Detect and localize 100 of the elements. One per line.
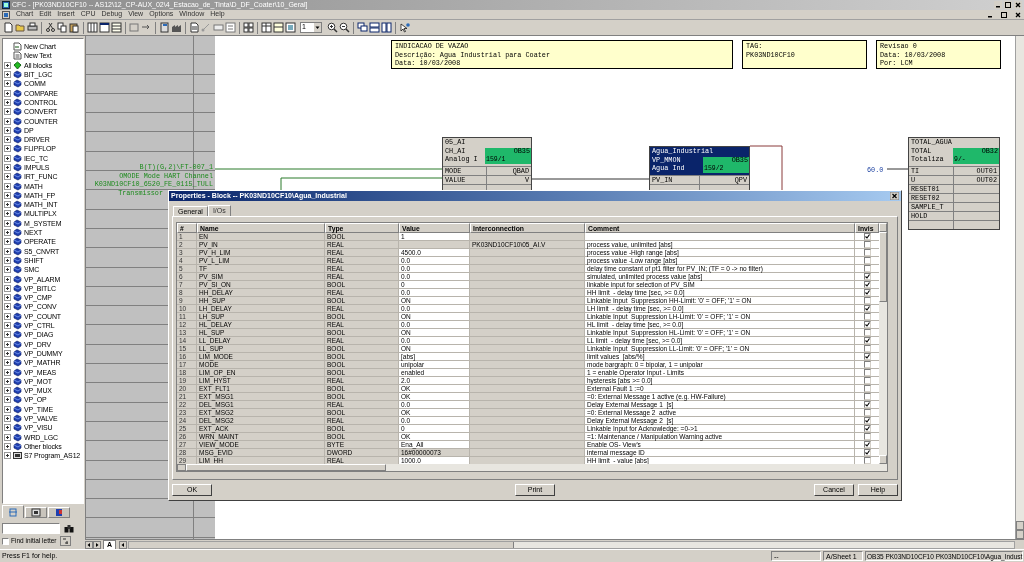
expand-icon[interactable] (4, 201, 11, 209)
expand-icon[interactable] (4, 424, 11, 432)
expand-icon[interactable] (4, 238, 11, 246)
checkbox[interactable] (863, 281, 871, 288)
zoom-in-icon[interactable] (327, 22, 338, 33)
sort-icon[interactable] (59, 536, 71, 546)
checkbox[interactable] (863, 297, 871, 304)
expand-icon[interactable] (4, 275, 11, 283)
checkbox[interactable] (863, 345, 871, 352)
checkbox[interactable] (863, 305, 871, 312)
expand-icon[interactable] (4, 452, 11, 460)
expand-icon[interactable] (4, 387, 11, 395)
checkbox[interactable] (863, 337, 871, 344)
block-icon[interactable] (159, 22, 170, 33)
columns-icon[interactable] (381, 22, 392, 33)
horizontal-scrollbar[interactable] (128, 540, 1015, 549)
expand-icon[interactable] (4, 433, 11, 441)
new-file-icon[interactable] (3, 22, 14, 33)
window-icon[interactable] (99, 22, 110, 33)
expand-icon[interactable] (4, 61, 11, 69)
table-icon[interactable] (111, 22, 122, 33)
binoculars-icon[interactable] (64, 523, 74, 533)
checkbox[interactable] (863, 393, 871, 400)
expand-icon[interactable] (4, 71, 11, 79)
expand-icon[interactable] (4, 340, 11, 348)
checkbox[interactable] (863, 401, 871, 408)
overview-icon[interactable] (285, 22, 296, 33)
scroll-right-icon[interactable] (93, 540, 101, 549)
print-icon[interactable] (27, 22, 38, 33)
expand-icon[interactable] (4, 322, 11, 330)
expand-icon[interactable] (4, 266, 11, 274)
expand-icon[interactable] (4, 108, 11, 116)
expand-icon[interactable] (4, 303, 11, 311)
checkbox[interactable] (863, 233, 871, 240)
expand-icon[interactable] (4, 191, 11, 199)
checkbox[interactable] (863, 353, 871, 360)
checkbox[interactable] (863, 385, 871, 392)
page-icon[interactable] (189, 22, 200, 33)
checkbox[interactable] (863, 361, 871, 368)
expand-icon[interactable] (4, 368, 11, 376)
expand-icon[interactable] (4, 210, 11, 218)
minus-box-icon[interactable] (213, 22, 224, 33)
grid-icon[interactable] (87, 22, 98, 33)
expand-icon[interactable] (4, 164, 11, 171)
expand-icon[interactable] (4, 377, 11, 385)
checkbox[interactable] (863, 433, 871, 440)
search-field[interactable] (2, 522, 60, 534)
expand-icon[interactable] (4, 145, 11, 153)
checkbox[interactable] (863, 457, 871, 464)
expand-icon[interactable] (4, 136, 11, 144)
expand-icon[interactable] (4, 80, 11, 88)
expand-icon[interactable] (4, 359, 11, 367)
expand-icon[interactable] (4, 89, 11, 97)
expand-icon[interactable] (4, 415, 11, 422)
checkbox[interactable] (863, 265, 871, 272)
cut-icon[interactable] (45, 22, 56, 33)
expand-icon[interactable] (4, 256, 11, 264)
checkbox[interactable] (863, 441, 871, 448)
checkbox[interactable] (863, 417, 871, 424)
checkbox[interactable] (863, 241, 871, 248)
expand-icon[interactable] (4, 173, 11, 181)
checkbox[interactable] (863, 257, 871, 264)
expand-icon[interactable] (4, 182, 11, 190)
expand-icon[interactable] (4, 294, 11, 302)
vertical-scrollbar[interactable] (879, 223, 887, 464)
expand-icon[interactable] (4, 117, 11, 125)
close-icon[interactable] (1014, 10, 1022, 19)
expand-icon[interactable] (4, 229, 11, 237)
expand-icon[interactable] (4, 312, 11, 320)
library-tab[interactable] (25, 507, 47, 518)
vertical-scrollbar[interactable] (1015, 36, 1024, 539)
checkbox[interactable] (863, 313, 871, 320)
checkbox[interactable] (863, 249, 871, 256)
expand-icon[interactable] (4, 331, 11, 339)
checkbox[interactable] (863, 377, 871, 384)
tile-icon[interactable] (369, 22, 380, 33)
checkbox[interactable] (2, 537, 9, 545)
expand-icon[interactable] (4, 396, 11, 404)
checkbox[interactable] (863, 369, 871, 376)
expand-icon[interactable] (4, 284, 11, 292)
expand-icon[interactable] (4, 98, 11, 106)
checkbox[interactable] (863, 409, 871, 416)
sheets-icon[interactable] (243, 22, 254, 33)
checkbox[interactable] (863, 425, 871, 432)
expand-icon[interactable] (4, 247, 11, 255)
expand-icon[interactable] (4, 442, 11, 450)
layout-icon[interactable] (273, 22, 284, 33)
expand-icon[interactable] (4, 126, 11, 134)
horizontal-scrollbar[interactable] (177, 464, 887, 471)
help-icon[interactable] (399, 22, 410, 33)
checkbox[interactable] (863, 289, 871, 296)
checkbox[interactable] (863, 321, 871, 328)
close-icon[interactable] (1014, 1, 1022, 9)
factory-icon[interactable] (171, 22, 182, 33)
zoom-out-icon[interactable] (339, 22, 350, 33)
minimize-icon[interactable] (994, 1, 1002, 9)
close-icon[interactable] (890, 192, 899, 200)
table-icon[interactable] (261, 22, 272, 33)
checkbox[interactable] (863, 273, 871, 280)
library-tab[interactable] (48, 507, 70, 518)
